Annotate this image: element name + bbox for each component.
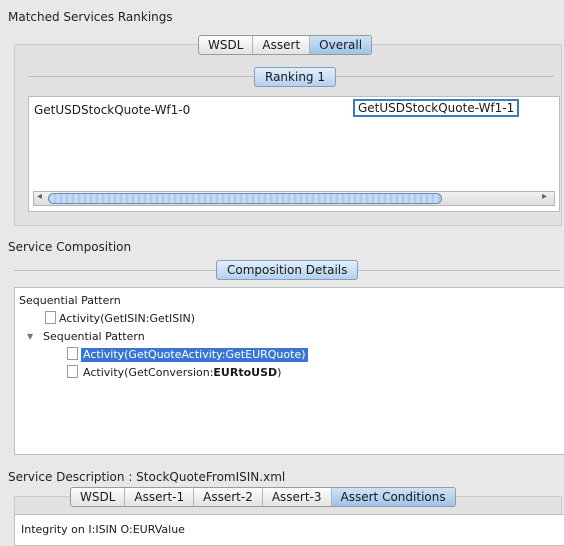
tab-assert-conditions[interactable]: Assert Conditions [330, 488, 455, 506]
horizontal-scrollbar[interactable]: ◂ ▸ [33, 191, 555, 206]
tree-activity-getconversion[interactable]: Activity(GetConversion:EURtoUSD) [83, 366, 281, 380]
ranking-1-button[interactable]: Ranking 1 [254, 67, 336, 87]
service-description-title: Service Description : StockQuoteFromISIN… [8, 470, 286, 484]
tab-assert-2[interactable]: Assert-2 [193, 488, 262, 506]
scroll-left-icon[interactable]: ◂ [37, 191, 42, 202]
matched-services-title: Matched Services Rankings [8, 10, 173, 24]
composition-details-button[interactable]: Composition Details [216, 260, 359, 280]
ranking-item-1[interactable]: GetUSDStockQuote-Wf1-1 [353, 99, 520, 117]
scroll-right-icon[interactable]: ▸ [542, 191, 547, 202]
document-icon [45, 311, 56, 324]
tab-assert-1[interactable]: Assert-1 [124, 488, 193, 506]
ranking-item-0[interactable]: GetUSDStockQuote-Wf1-0 [34, 103, 190, 117]
ranking-list: GetUSDStockQuote-Wf1-0 GetUSDStockQuote-… [28, 96, 560, 212]
tab-wsdl[interactable]: WSDL [199, 36, 252, 54]
activity3-bold: EURtoUSD [213, 366, 278, 379]
document-icon [67, 365, 78, 378]
scrollbar-thumb[interactable] [48, 193, 442, 204]
tab-wsdl[interactable]: WSDL [71, 488, 124, 506]
tree-activity-geteurquote[interactable]: Activity(GetQuoteActivity:GetEURQuote) [81, 348, 308, 362]
expand-triangle-icon[interactable]: ▼ [27, 330, 33, 344]
tree-root[interactable]: Sequential Pattern [19, 294, 121, 308]
tab-assert-3[interactable]: Assert-3 [261, 488, 331, 506]
activity3-suffix: ) [277, 366, 282, 379]
description-tabs: WSDL Assert-1 Assert-2 Assert-3 Assert C… [70, 487, 456, 507]
composition-tree: Sequential Pattern Activity(GetISIN:GetI… [14, 287, 564, 455]
tab-assert[interactable]: Assert [252, 36, 309, 54]
assert-condition-text: Integrity on I:ISIN O:EURValue [21, 523, 185, 536]
tree-activity-getisin[interactable]: Activity(GetISIN:GetISIN) [59, 312, 195, 326]
tab-overall[interactable]: Overall [309, 36, 372, 54]
tree-sub-pattern[interactable]: Sequential Pattern [43, 330, 145, 344]
document-icon [67, 347, 78, 360]
description-content: Integrity on I:ISIN O:EURValue [14, 514, 564, 546]
matched-tabs: WSDL Assert Overall [198, 35, 373, 55]
service-composition-title: Service Composition [8, 240, 132, 254]
activity3-prefix: Activity(GetConversion: [83, 366, 214, 379]
